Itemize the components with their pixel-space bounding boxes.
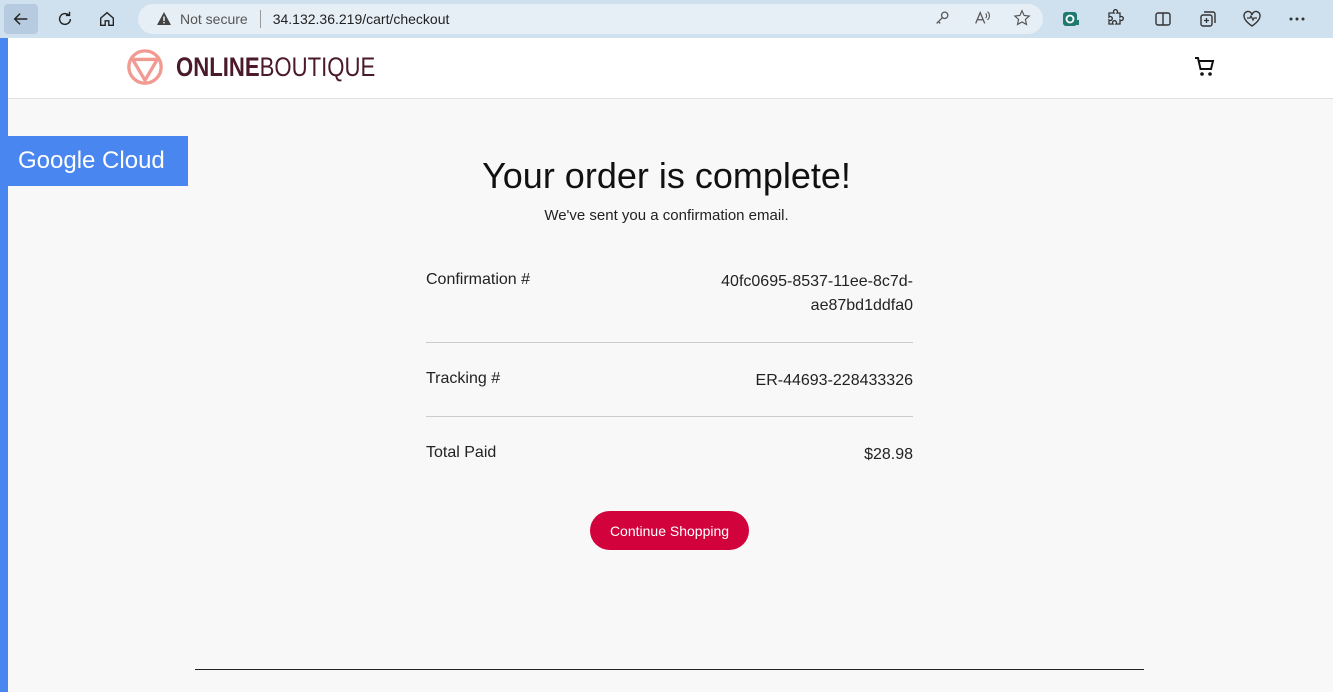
confirmation-row: Confirmation # 40fc0695-8537-11ee-8c7d- … <box>426 270 913 342</box>
browser-toolbar: Not secure 34.132.36.219/cart/checkout <box>0 0 1333 38</box>
address-divider <box>259 10 261 28</box>
continue-shopping-button[interactable]: Continue Shopping <box>590 511 749 550</box>
cart-icon <box>1195 57 1215 76</box>
refresh-button[interactable] <box>48 4 82 34</box>
left-accent-bar <box>0 38 8 692</box>
heart-pulse-icon <box>1243 10 1261 27</box>
extensions-menu-button[interactable] <box>1105 9 1125 29</box>
url-text[interactable]: 34.132.36.219/cart/checkout <box>273 11 450 27</box>
collections-button[interactable] <box>1198 9 1218 29</box>
tracking-row: Tracking # ER-44693-228433326 <box>426 343 913 416</box>
boutique-logo-icon <box>127 49 163 85</box>
order-details: Confirmation # 40fc0695-8537-11ee-8c7d- … <box>426 270 913 477</box>
refresh-icon <box>58 11 72 26</box>
extension-icon <box>1063 12 1079 26</box>
confirmation-label: Confirmation # <box>426 271 531 288</box>
extension-button[interactable] <box>1061 9 1081 29</box>
total-paid-row: Total Paid $28.98 <box>426 417 913 477</box>
confirmation-value: 40fc0695-8537-11ee-8c7d- ae87bd1ddfa0 <box>721 270 913 342</box>
more-icon <box>1289 17 1305 21</box>
split-screen-icon <box>1155 12 1171 26</box>
footer-divider <box>195 669 1144 670</box>
address-bar-actions <box>933 9 1031 27</box>
page-title: Your order is complete! <box>482 155 851 196</box>
brand-part-boutique: BOUTIQUE <box>259 51 376 82</box>
favorite-star-icon[interactable] <box>1013 9 1031 27</box>
total-paid-value: $28.98 <box>864 446 913 463</box>
key-icon[interactable] <box>933 9 951 27</box>
cart-button[interactable] <box>1193 55 1217 79</box>
back-button[interactable] <box>4 4 38 34</box>
brand-part-online: ONLINE <box>176 51 260 82</box>
collections-icon <box>1200 11 1216 27</box>
read-aloud-icon[interactable] <box>973 9 991 27</box>
confirmation-value-line2: ae87bd1ddfa0 <box>810 297 913 314</box>
home-icon <box>100 11 114 26</box>
address-bar[interactable]: Not secure 34.132.36.219/cart/checkout <box>138 4 1043 34</box>
total-paid-label: Total Paid <box>426 444 497 461</box>
brand-name: ONLINEBOUTIQUE <box>176 51 376 82</box>
tracking-label: Tracking # <box>426 370 501 387</box>
confirmation-value-line1: 40fc0695-8537-11ee-8c7d- <box>721 273 913 290</box>
home-button[interactable] <box>90 4 124 34</box>
back-icon <box>13 13 28 25</box>
site-logo[interactable]: ONLINEBOUTIQUE <box>126 48 419 86</box>
puzzle-icon <box>1108 9 1124 25</box>
confirmation-subtitle: We've sent you a confirmation email. <box>544 207 789 224</box>
security-status[interactable]: Not secure <box>180 11 248 27</box>
more-menu-button[interactable] <box>1287 9 1307 29</box>
health-button[interactable] <box>1242 9 1262 29</box>
tracking-value: ER-44693-228433326 <box>755 372 913 389</box>
warning-icon <box>157 12 171 25</box>
site-header: ONLINEBOUTIQUE <box>8 38 1333 99</box>
split-screen-button[interactable] <box>1153 9 1173 29</box>
